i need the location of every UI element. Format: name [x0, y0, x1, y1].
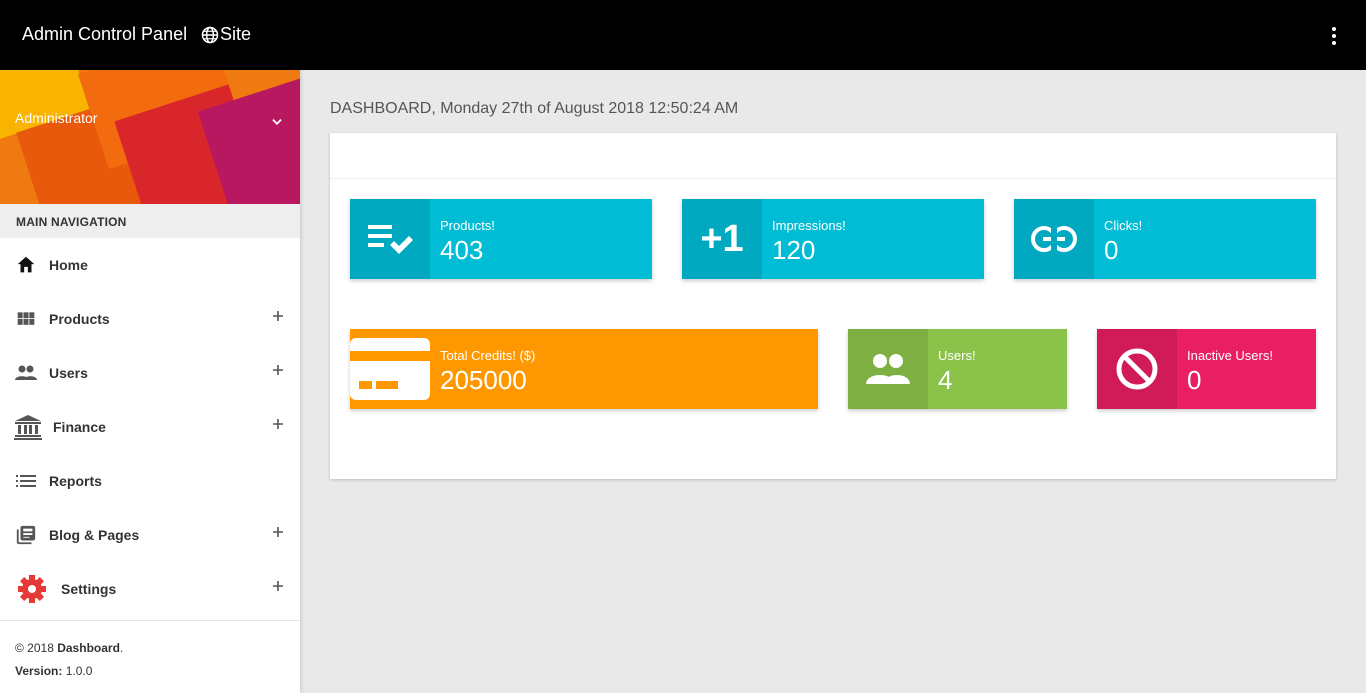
sidebar-item-label: Home — [49, 257, 88, 273]
sidebar-item-label: Blog & Pages — [49, 527, 140, 543]
site-link-label: Site — [220, 24, 252, 44]
sidebar-item-finance[interactable]: Finance — [0, 400, 300, 454]
group-icon — [848, 329, 928, 409]
main-navigation: Home Products Users Finance Reports Blog… — [0, 238, 300, 616]
chevron-down-icon[interactable] — [270, 115, 284, 129]
card-header — [330, 133, 1336, 179]
stat-users[interactable]: Users! 4 — [848, 329, 1067, 409]
stat-label: Users! — [938, 348, 976, 363]
stat-clicks[interactable]: Clicks! 0 — [1014, 199, 1316, 279]
sidebar-item-products[interactable]: Products — [0, 292, 300, 346]
stat-label: Products! — [440, 218, 495, 233]
copyright: © 2018 Dashboard. — [15, 641, 124, 655]
version: Version: 1.0.0 — [15, 664, 93, 678]
plus-icon[interactable] — [272, 526, 284, 538]
globe-icon — [201, 26, 219, 43]
nav-header: MAIN NAVIGATION — [0, 204, 300, 238]
stat-total-credits[interactable]: Total Credits! ($) 205000 — [350, 329, 818, 409]
dashboard-card: Products! 403 +1 Impressions! 120 Clicks… — [330, 133, 1336, 479]
people-icon — [14, 361, 38, 385]
stat-value: 4 — [938, 365, 953, 395]
plus-icon[interactable] — [272, 310, 284, 322]
plus-icon[interactable] — [272, 418, 284, 430]
stat-label: Impressions! — [772, 218, 846, 233]
library-books-icon — [14, 523, 38, 547]
stat-products[interactable]: Products! 403 — [350, 199, 652, 279]
sidebar: Administrator MAIN NAVIGATION Home Produ… — [0, 70, 300, 693]
stat-label: Total Credits! ($) — [440, 348, 536, 363]
stat-value: 120 — [772, 235, 816, 265]
stat-value: 205000 — [440, 365, 527, 395]
sidebar-item-label: Users — [49, 365, 88, 381]
sidebar-item-label: Finance — [53, 419, 106, 435]
bank-icon — [14, 415, 42, 440]
stat-label: Clicks! — [1104, 218, 1143, 233]
sidebar-item-label: Reports — [49, 473, 102, 489]
stat-inactive-users[interactable]: Inactive Users! 0 — [1097, 329, 1316, 409]
sidebar-item-users[interactable]: Users — [0, 346, 300, 400]
sidebar-item-label: Products — [49, 311, 110, 327]
stat-impressions[interactable]: +1 Impressions! 120 — [682, 199, 984, 279]
home-icon — [14, 253, 38, 277]
stat-value: 403 — [440, 235, 484, 265]
plus-icon[interactable] — [272, 580, 284, 592]
site-link[interactable]: Site — [201, 24, 251, 45]
stat-label: Inactive Users! — [1187, 348, 1273, 363]
more-vert-icon[interactable] — [1326, 25, 1342, 47]
app-brand[interactable]: Admin Control Panel — [22, 24, 187, 45]
gear-icon — [14, 575, 50, 603]
copyright-link[interactable]: Dashboard — [57, 641, 120, 655]
stat-value: 0 — [1187, 365, 1202, 395]
sidebar-item-home[interactable]: Home — [0, 238, 300, 292]
link-icon — [1014, 199, 1094, 279]
playlist-check-icon — [350, 199, 430, 279]
stat-value: 0 — [1104, 235, 1119, 265]
sidebar-footer: © 2018 Dashboard. Version: 1.0.0 — [0, 620, 300, 693]
sidebar-item-blog-pages[interactable]: Blog & Pages — [0, 508, 300, 562]
sidebar-item-label: Settings — [61, 581, 117, 597]
list-icon — [14, 469, 38, 493]
sidebar-item-settings[interactable]: Settings — [0, 562, 300, 616]
block-icon — [1097, 329, 1177, 409]
plus-one-icon: +1 — [682, 199, 762, 279]
sidebar-item-reports[interactable]: Reports — [0, 454, 300, 508]
credit-card-icon — [350, 329, 430, 409]
user-info-banner: Administrator — [0, 70, 300, 204]
top-navbar: Admin Control Panel Site — [0, 0, 1366, 70]
user-name: Administrator — [15, 110, 98, 126]
grid-icon — [14, 307, 38, 331]
plus-icon[interactable] — [272, 364, 284, 376]
page-title: DASHBOARD, Monday 27th of August 2018 12… — [330, 100, 739, 117]
